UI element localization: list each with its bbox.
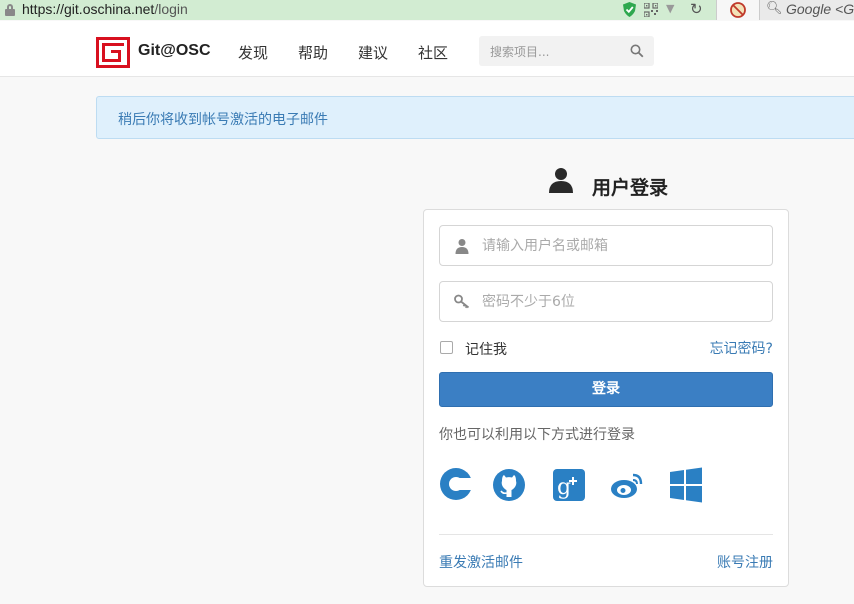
search-icon: 🔍︎ <box>766 1 783 16</box>
login-button[interactable]: 登录 <box>439 372 773 407</box>
logo-icon[interactable] <box>96 37 130 68</box>
nav-item-suggest[interactable]: 建议 <box>358 42 388 63</box>
nav-item-community[interactable]: 社区 <box>418 42 448 63</box>
alt-login-text: 你也可以利用以下方式进行登录 <box>439 427 635 443</box>
qr-code-icon[interactable] <box>644 3 658 17</box>
forgot-password-link[interactable]: 忘记密码? <box>710 338 773 358</box>
search-icon[interactable] <box>630 44 644 58</box>
google-plus-icon[interactable]: g <box>551 467 587 503</box>
url-field[interactable]: https://git.oschina.net/login ▼ ↻ <box>0 0 716 20</box>
nav-item-discover[interactable]: 发现 <box>238 42 268 63</box>
shield-icon[interactable] <box>623 2 636 17</box>
page-title: 用户登录 <box>592 177 669 199</box>
remember-checkbox[interactable] <box>440 341 453 354</box>
url-path: /login <box>154 1 188 17</box>
csdn-icon[interactable] <box>439 467 475 503</box>
login-panel: 记住我 忘记密码? 登录 你也可以利用以下方式进行登录 g 重发激活邮件 账号注… <box>423 209 789 587</box>
windows-icon[interactable] <box>668 467 704 503</box>
password-input[interactable] <box>482 282 762 321</box>
site-header: Git@OSC 发现 帮助 建议 社区 搜索项目... <box>0 21 854 77</box>
browser-search-placeholder: Google <G <box>786 1 854 17</box>
alert-text: 稍后你将收到帐号激活的电子邮件 <box>118 112 328 128</box>
block-icon <box>730 2 746 18</box>
remember-label[interactable]: 记住我 <box>465 339 507 359</box>
nav-item-help[interactable]: 帮助 <box>298 42 328 63</box>
url-text: https://git.oschina.net/login <box>22 1 188 17</box>
dropdown-arrow-icon[interactable]: ▼ <box>666 2 674 15</box>
username-input[interactable] <box>482 226 762 265</box>
info-alert: 稍后你将收到帐号激活的电子邮件 <box>96 96 854 139</box>
url-host: https://git.oschina.net <box>22 1 155 17</box>
weibo-icon[interactable] <box>609 467 645 503</box>
github-icon[interactable] <box>491 467 527 503</box>
username-field[interactable] <box>439 225 773 266</box>
resend-activation-link[interactable]: 重发激活邮件 <box>439 552 523 572</box>
user-icon <box>455 239 469 254</box>
reload-icon[interactable]: ↻ <box>690 0 703 18</box>
logo-text[interactable]: Git@OSC <box>138 42 211 60</box>
browser-search-box[interactable]: 🔍︎ Google <G <box>760 0 854 20</box>
lock-icon <box>5 4 15 16</box>
browser-address-bar: https://git.oschina.net/login ▼ ↻ 🔍︎ Goo… <box>0 0 854 20</box>
addon-button[interactable] <box>716 0 760 20</box>
project-search-placeholder: 搜索项目... <box>490 45 550 59</box>
register-link[interactable]: 账号注册 <box>717 552 773 572</box>
svg-text:g: g <box>557 475 571 500</box>
user-icon <box>549 168 573 193</box>
project-search-input[interactable]: 搜索项目... <box>479 36 654 66</box>
divider <box>439 534 773 535</box>
key-icon <box>454 294 470 309</box>
password-field[interactable] <box>439 281 773 322</box>
